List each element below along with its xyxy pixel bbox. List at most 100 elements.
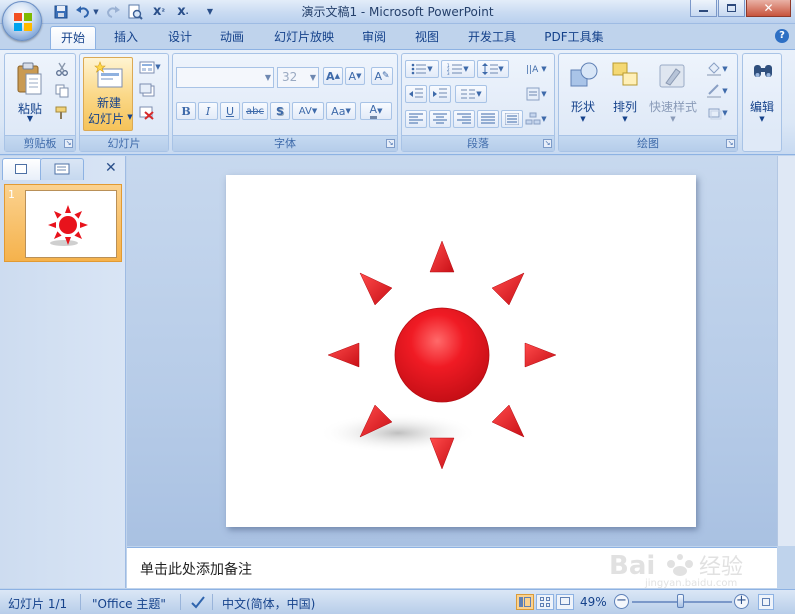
character-spacing-icon[interactable]: AV ▼ xyxy=(292,102,324,120)
tab-home[interactable]: 开始 xyxy=(50,26,96,50)
delete-slide-icon[interactable] xyxy=(136,104,158,122)
tab-developer[interactable]: 开发工具 xyxy=(460,26,524,50)
tab-design[interactable]: 设计 xyxy=(160,26,200,50)
layout-icon[interactable]: ▼ xyxy=(136,58,164,76)
grow-font-icon[interactable]: A ▲ xyxy=(323,67,343,85)
save-icon[interactable] xyxy=(53,3,69,20)
shrink-font-icon[interactable]: A ▼ xyxy=(345,67,365,85)
paste-icon xyxy=(17,62,42,95)
change-case-icon[interactable]: Aa ▼ xyxy=(326,102,356,120)
normal-view-icon[interactable] xyxy=(516,594,534,610)
arrange-dropdown-icon: ▼ xyxy=(622,115,628,123)
close-button[interactable]: ✕ xyxy=(746,0,791,17)
redo-icon[interactable] xyxy=(104,3,122,20)
bold-icon[interactable]: B xyxy=(176,102,196,120)
slides-pane: ✕ 1 xyxy=(0,156,126,588)
restore-icon xyxy=(727,4,736,12)
decrease-indent-icon[interactable] xyxy=(405,85,427,103)
sun-shape[interactable] xyxy=(226,175,696,527)
zoom-level[interactable]: 49% xyxy=(580,595,607,609)
zoom-out-icon[interactable]: − xyxy=(614,594,629,609)
drawing-launcher-icon[interactable]: ↘ xyxy=(726,139,735,148)
close-doc-icon[interactable]: x. xyxy=(174,3,192,20)
slide-canvas[interactable] xyxy=(226,175,696,527)
align-right-icon[interactable] xyxy=(453,110,475,128)
vertical-scrollbar[interactable] xyxy=(777,156,795,546)
undo-dropdown-icon[interactable]: ▼ xyxy=(92,3,100,20)
help-icon[interactable]: ? xyxy=(775,29,789,43)
print-preview-icon[interactable] xyxy=(126,3,144,20)
binoculars-icon xyxy=(754,65,772,77)
align-left-icon[interactable] xyxy=(405,110,427,128)
status-bar: 幻灯片 1/1 "Office 主题" 中文(简体，中国) 49% − + xyxy=(0,589,795,614)
shape-fill-icon[interactable]: ▼ xyxy=(702,60,732,78)
bullets-icon[interactable]: ▼ xyxy=(405,60,439,78)
spell-check-icon[interactable] xyxy=(190,595,206,612)
font-size-combo[interactable]: 32 ▼ xyxy=(277,67,319,88)
tab-review[interactable]: 审阅 xyxy=(354,26,394,50)
slide-thumbnail-1[interactable]: 1 xyxy=(4,184,122,262)
office-button[interactable] xyxy=(2,1,42,41)
slides-group-label: 幻灯片 xyxy=(80,135,168,151)
reset-slide-icon[interactable] xyxy=(136,81,158,99)
slide-sorter-view-icon[interactable] xyxy=(536,594,554,610)
tab-view[interactable]: 视图 xyxy=(407,26,447,50)
tab-pdf-tools[interactable]: PDF工具集 xyxy=(538,26,610,50)
slide-thumbnail-number: 1 xyxy=(8,188,15,201)
font-color-icon[interactable]: A ▼ xyxy=(360,102,392,120)
line-spacing-icon[interactable]: ▼ xyxy=(477,60,509,78)
justify-icon[interactable] xyxy=(477,110,499,128)
shape-effects-icon[interactable]: ▼ xyxy=(702,104,732,122)
format-painter-icon[interactable] xyxy=(53,104,71,122)
slide-thumbnail-preview xyxy=(25,190,117,258)
increase-indent-icon[interactable] xyxy=(429,85,451,103)
columns-icon[interactable]: ▼ xyxy=(455,85,487,103)
align-text-icon[interactable]: ▼ xyxy=(524,85,548,103)
paste-button[interactable]: 粘贴 ▼ xyxy=(9,58,51,132)
shapes-icon xyxy=(570,62,598,87)
strikethrough-icon[interactable]: abc xyxy=(242,102,268,120)
customize-qat-icon[interactable]: ▼ xyxy=(204,3,216,20)
baidu-watermark: Bai 经验 jingyan.baidu.com xyxy=(607,544,777,589)
quick-styles-button[interactable]: 快速样式 ▼ xyxy=(647,58,699,132)
italic-icon[interactable]: I xyxy=(198,102,218,120)
fit-to-window-icon[interactable] xyxy=(758,594,774,610)
cut-icon[interactable] xyxy=(53,60,71,78)
slides-group: 新建 幻灯片 ▼ ▼ 幻灯片 xyxy=(79,53,169,152)
align-center-icon[interactable] xyxy=(429,110,451,128)
distributed-icon[interactable] xyxy=(501,110,523,128)
shapes-button[interactable]: 形状 ▼ xyxy=(563,58,603,132)
language-indicator[interactable]: 中文(简体，中国) xyxy=(222,595,315,612)
numbering-icon[interactable]: 1 2 3 ▼ xyxy=(441,60,475,78)
tab-slide-show[interactable]: 幻灯片放映 xyxy=(266,26,342,50)
paragraph-launcher-icon[interactable]: ↘ xyxy=(543,139,552,148)
new-slide-label-1: 新建 xyxy=(96,96,121,110)
slides-tab[interactable] xyxy=(2,158,42,180)
font-launcher-icon[interactable]: ↘ xyxy=(386,139,395,148)
outline-tab[interactable] xyxy=(40,158,84,180)
custom-icon[interactable]: x² xyxy=(150,3,168,20)
svg-text:经验: 经验 xyxy=(699,555,743,580)
restore-button[interactable] xyxy=(718,0,745,17)
new-slide-button[interactable]: 新建 幻灯片 ▼ xyxy=(83,57,133,131)
text-direction-icon[interactable]: ||A ▼ xyxy=(524,60,548,78)
undo-icon[interactable] xyxy=(74,3,92,20)
editing-button[interactable]: 编辑 ▼ xyxy=(745,58,779,132)
shape-outline-icon[interactable]: ▼ xyxy=(702,82,732,100)
copy-icon[interactable] xyxy=(53,82,71,100)
underline-icon[interactable]: U xyxy=(220,102,240,120)
smartart-icon[interactable]: ▼ xyxy=(524,110,548,128)
text-shadow-icon[interactable]: S xyxy=(270,102,290,120)
minimize-button[interactable] xyxy=(690,0,717,17)
tab-insert[interactable]: 插入 xyxy=(106,26,146,50)
clipboard-launcher-icon[interactable]: ↘ xyxy=(64,139,73,148)
pane-close-icon[interactable]: ✕ xyxy=(105,160,117,176)
tab-animations[interactable]: 动画 xyxy=(212,26,252,50)
notes-pane[interactable]: 单击此处添加备注 Bai 经验 jingyan.baidu.com xyxy=(127,544,777,589)
clear-formatting-icon[interactable]: A ✎ xyxy=(371,67,393,85)
zoom-slider-thumb[interactable] xyxy=(677,594,684,608)
font-name-combo[interactable]: ▼ xyxy=(176,67,274,88)
arrange-button[interactable]: 排列 ▼ xyxy=(605,58,645,132)
slide-show-view-icon[interactable] xyxy=(556,594,574,610)
zoom-in-icon[interactable]: + xyxy=(734,594,749,609)
